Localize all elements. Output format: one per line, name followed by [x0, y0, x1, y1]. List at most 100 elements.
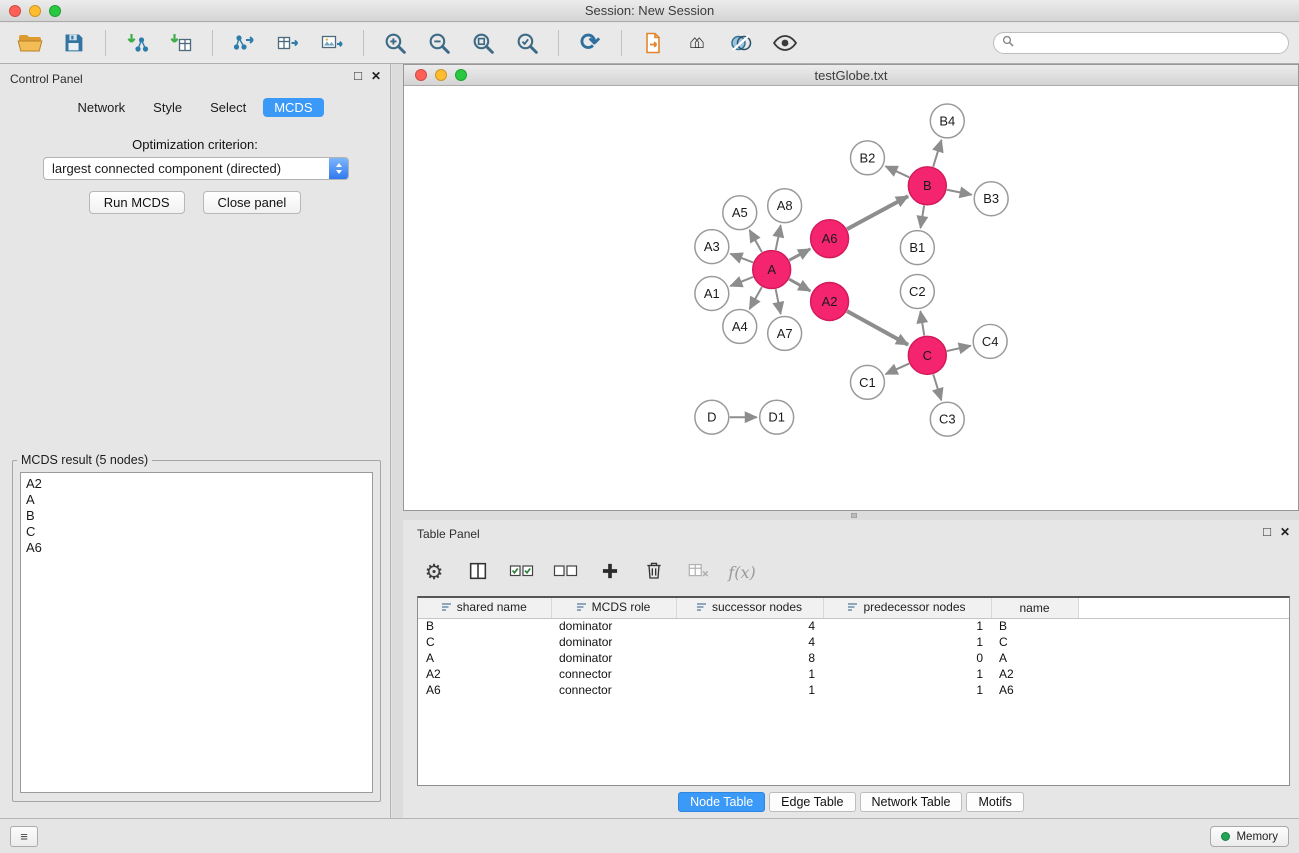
edge-B-B2[interactable]	[886, 166, 910, 177]
edge-A-A5[interactable]	[750, 230, 762, 252]
cell-successor-nodes[interactable]: 4	[676, 634, 823, 650]
create-column-button[interactable]	[593, 557, 627, 587]
node-C1[interactable]: C1	[851, 365, 885, 399]
list-item[interactable]: A6	[26, 540, 367, 556]
float-panel-icon[interactable]: □	[354, 70, 362, 82]
cell-shared-name[interactable]: A2	[418, 666, 551, 682]
node-A7[interactable]: A7	[768, 316, 802, 350]
tab-motifs[interactable]: Motifs	[966, 792, 1023, 812]
node-A5[interactable]: A5	[723, 196, 757, 230]
table-row[interactable]: A6 connector 1 1 A6	[418, 682, 1289, 698]
cell-predecessor-nodes[interactable]: 1	[823, 634, 991, 650]
node-B2[interactable]: B2	[851, 141, 885, 175]
criterion-dropdown[interactable]: largest connected component (directed)	[43, 157, 349, 180]
edge-C-C1[interactable]	[886, 364, 909, 375]
list-item[interactable]: B	[26, 508, 367, 524]
edge-A-A2[interactable]	[789, 279, 810, 291]
open-session-button[interactable]	[10, 26, 50, 60]
edge-A-A4[interactable]	[750, 287, 762, 309]
edge-C-C2[interactable]	[920, 311, 924, 335]
node-C3[interactable]: C3	[930, 402, 964, 436]
mcds-result-list[interactable]: A2 A B C A6	[20, 472, 373, 793]
node-C[interactable]: C	[908, 336, 946, 374]
show-hide-button[interactable]	[765, 26, 805, 60]
task-history-button[interactable]: ≡	[10, 826, 38, 847]
export-table-button[interactable]	[268, 26, 308, 60]
save-session-button[interactable]	[54, 26, 94, 60]
vertical-splitter[interactable]	[392, 64, 403, 818]
cell-successor-nodes[interactable]: 1	[676, 666, 823, 682]
memory-button[interactable]: Memory	[1210, 826, 1289, 847]
node-B4[interactable]: B4	[930, 104, 964, 138]
edge-A2-C[interactable]	[847, 311, 908, 345]
cell-name[interactable]: C	[991, 634, 1078, 650]
zoom-fit-button[interactable]	[463, 26, 503, 60]
edge-A-A1[interactable]	[730, 277, 753, 286]
zoom-in-button[interactable]	[375, 26, 415, 60]
network-canvas[interactable]: AA6A2BCB4B2B3B1A5A8A3A1A4A7C2C4C1C3DD1	[404, 87, 1298, 510]
minimize-window-button[interactable]	[29, 5, 41, 17]
refresh-layout-button[interactable]: ⟳	[570, 26, 610, 60]
cell-mcds-role[interactable]: connector	[551, 682, 676, 698]
import-table-button[interactable]	[161, 26, 201, 60]
search-input[interactable]	[1019, 36, 1280, 50]
cell-predecessor-nodes[interactable]: 1	[823, 682, 991, 698]
node-A1[interactable]: A1	[695, 277, 729, 311]
function-builder-button[interactable]: f(x)	[725, 557, 759, 587]
export-network-button[interactable]	[224, 26, 264, 60]
tab-node-table[interactable]: Node Table	[678, 792, 765, 812]
edge-B-B1[interactable]	[921, 205, 925, 227]
edge-C-C4[interactable]	[947, 346, 971, 351]
column-header-predecessor-nodes[interactable]: predecessor nodes	[823, 598, 991, 618]
import-network-button[interactable]	[117, 26, 157, 60]
tab-edge-table[interactable]: Edge Table	[769, 792, 855, 812]
edge-A-A6[interactable]	[789, 249, 810, 260]
list-item[interactable]: C	[26, 524, 367, 540]
run-mcds-button[interactable]: Run MCDS	[89, 191, 185, 214]
network-graph[interactable]: AA6A2BCB4B2B3B1A5A8A3A1A4A7C2C4C1C3DD1	[404, 87, 1298, 510]
table-row[interactable]: B dominator 4 1 B	[418, 618, 1289, 634]
cell-predecessor-nodes[interactable]: 0	[823, 650, 991, 666]
table-row[interactable]: C dominator 4 1 C	[418, 634, 1289, 650]
edge-A-A8[interactable]	[776, 225, 781, 250]
table-row[interactable]: A dominator 8 0 A	[418, 650, 1289, 666]
node-table[interactable]: shared name MCDS role successor nodes pr…	[417, 596, 1290, 786]
horizontal-splitter[interactable]	[403, 511, 1299, 520]
edge-C-C3[interactable]	[933, 374, 941, 400]
column-header-name[interactable]: name	[991, 598, 1078, 618]
node-D[interactable]: D	[695, 400, 729, 434]
tab-style[interactable]: Style	[142, 98, 193, 117]
cell-successor-nodes[interactable]: 4	[676, 618, 823, 634]
node-A6[interactable]: A6	[811, 220, 849, 258]
node-B1[interactable]: B1	[900, 231, 934, 265]
tab-network[interactable]: Network	[66, 98, 136, 117]
unselect-all-columns-button[interactable]	[549, 557, 583, 587]
zoom-window-button[interactable]	[49, 5, 61, 17]
node-C2[interactable]: C2	[900, 275, 934, 309]
delete-column-button[interactable]	[637, 557, 671, 587]
node-A8[interactable]: A8	[768, 189, 802, 223]
node-A[interactable]: A	[753, 251, 791, 289]
close-panel-icon[interactable]: ✕	[1280, 526, 1290, 538]
edge-A-A3[interactable]	[730, 254, 753, 263]
node-A3[interactable]: A3	[695, 230, 729, 264]
cell-mcds-role[interactable]: connector	[551, 666, 676, 682]
edge-B-B3[interactable]	[947, 190, 972, 195]
edge-A-A7[interactable]	[776, 289, 781, 314]
export-document-button[interactable]	[633, 26, 673, 60]
export-image-button[interactable]	[312, 26, 352, 60]
edge-A6-B[interactable]	[847, 196, 908, 229]
cell-mcds-role[interactable]: dominator	[551, 618, 676, 634]
list-item[interactable]: A	[26, 492, 367, 508]
tab-network-table[interactable]: Network Table	[860, 792, 963, 812]
table-row[interactable]: A2 connector 1 1 A2	[418, 666, 1289, 682]
node-B3[interactable]: B3	[974, 182, 1008, 216]
tab-mcds[interactable]: MCDS	[263, 98, 323, 117]
minimize-view-button[interactable]	[435, 69, 447, 81]
zoom-view-button[interactable]	[455, 69, 467, 81]
column-header-successor-nodes[interactable]: successor nodes	[676, 598, 823, 618]
apply-style-button[interactable]	[721, 26, 761, 60]
table-settings-button[interactable]: ⚙	[417, 557, 451, 587]
edge-B-B4[interactable]	[933, 140, 941, 167]
cell-mcds-role[interactable]: dominator	[551, 650, 676, 666]
